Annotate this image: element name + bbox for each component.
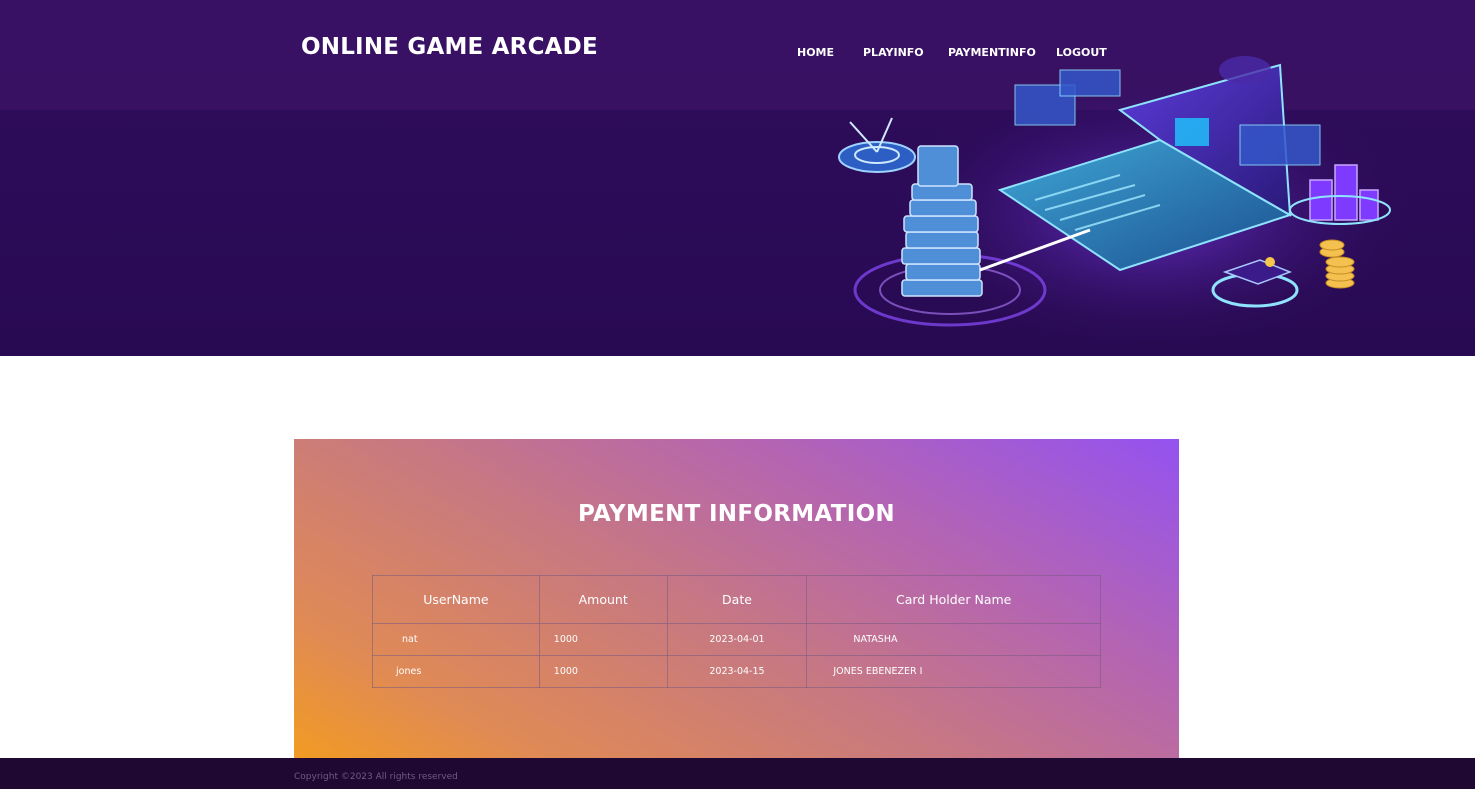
page-footer: Copyright ©2023 All rights reserved [0, 758, 1475, 789]
cell-amount: 1000 [538, 655, 668, 688]
cell-date: 2023-04-15 [666, 655, 808, 688]
cell-username: nat [372, 623, 540, 656]
cell-amount: 1000 [538, 623, 668, 656]
page-title: PAYMENT INFORMATION [578, 501, 895, 527]
cell-card-holder: JONES EBENEZER I [806, 655, 1101, 688]
cell-username: jones [372, 655, 540, 688]
payment-panel: PAYMENT INFORMATION UserName Amount Date… [294, 439, 1179, 769]
copyright-text: Copyright ©2023 All rights reserved [294, 772, 458, 782]
table-row: nat 1000 2023-04-01 NATASHA [372, 623, 1101, 656]
cell-date: 2023-04-01 [666, 623, 808, 656]
column-header-username: UserName [372, 575, 540, 624]
cell-card-holder: NATASHA [806, 623, 1101, 656]
column-header-card-holder: Card Holder Name [806, 575, 1101, 624]
table-row: jones 1000 2023-04-15 JONES EBENEZER I [372, 655, 1101, 688]
tech-illustration-icon [838, 56, 1420, 340]
column-header-amount: Amount [538, 575, 668, 624]
column-header-date: Date [666, 575, 808, 624]
hero-banner: ONLINE GAME ARCADE HOME PLAYINFO PAYMENT… [0, 0, 1475, 356]
payment-table: UserName Amount Date Card Holder Name na… [372, 575, 1101, 688]
table-header-row: UserName Amount Date Card Holder Name [372, 575, 1101, 624]
